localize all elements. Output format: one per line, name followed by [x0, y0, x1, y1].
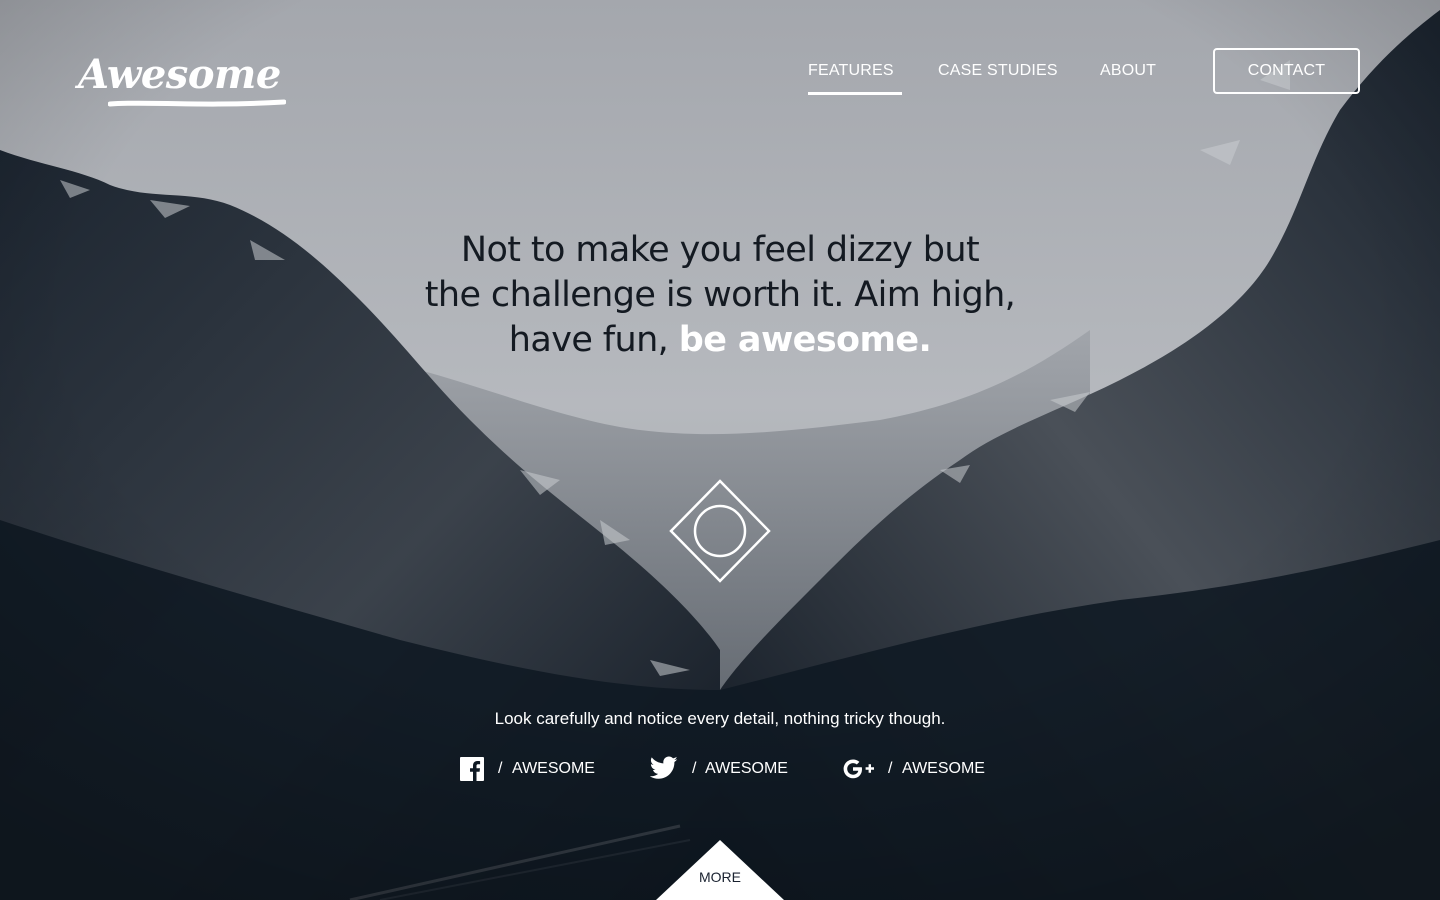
landing-page: Awesome FEATURES CASE STUDIES ABOUT CONT…: [0, 0, 1440, 900]
social-google-plus-link[interactable]: / AWESOME: [842, 754, 987, 784]
logo-underline-stroke: [108, 99, 286, 107]
logo-text: Awesome: [78, 51, 281, 98]
hero-headline-prefix: have fun,: [508, 320, 669, 360]
hero-headline: Not to make you feel dizzy but the chall…: [370, 228, 1070, 363]
hero-tagline: Look carefully and notice every detail, …: [494, 709, 946, 728]
hero-headline-emphasis: be awesome.: [678, 320, 932, 360]
social-twitter-link[interactable]: / AWESOME: [650, 754, 790, 784]
social-facebook-label: AWESOME: [512, 760, 595, 777]
twitter-icon: [650, 756, 678, 779]
hero-headline-line-1: Not to make you feel dizzy but: [460, 230, 980, 270]
social-google-plus-label: AWESOME: [902, 760, 985, 777]
google-plus-icon: [843, 759, 874, 779]
contact-button[interactable]: CONTACT: [1213, 48, 1360, 94]
social-separator: /: [888, 760, 893, 777]
diamond-circle-emblem-icon: [669, 479, 771, 583]
more-label[interactable]: MORE: [656, 866, 784, 888]
social-twitter-label: AWESOME: [705, 760, 788, 777]
logo[interactable]: Awesome: [78, 48, 288, 112]
facebook-icon: [460, 757, 484, 781]
nav-case-studies[interactable]: CASE STUDIES: [938, 48, 1058, 94]
social-separator: /: [692, 760, 697, 777]
social-separator: /: [498, 760, 503, 777]
nav-about[interactable]: ABOUT: [1100, 48, 1156, 94]
nav-features[interactable]: FEATURES: [808, 48, 902, 95]
hero-headline-line-3: have fun, be awesome.: [370, 318, 1070, 363]
hero-headline-line-2: the challenge is worth it. Aim high,: [424, 275, 1016, 315]
social-facebook-link[interactable]: / AWESOME: [460, 754, 600, 784]
